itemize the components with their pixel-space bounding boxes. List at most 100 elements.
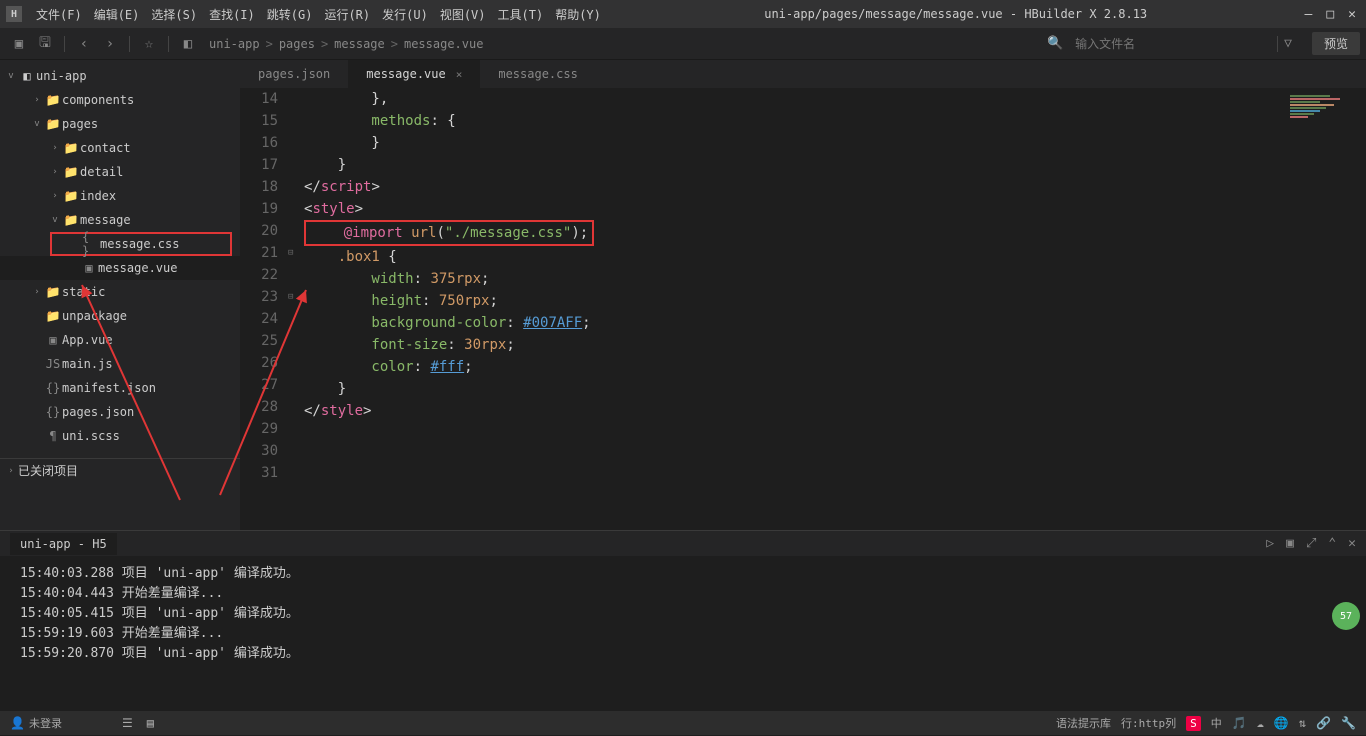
link-icon[interactable]: 🔗 [1316,716,1331,730]
stop-icon[interactable]: ▣ [1286,536,1294,551]
globe-icon[interactable]: 🌐 [1274,716,1289,730]
project-root[interactable]: v ◧ uni-app [0,64,240,88]
panel-icon[interactable]: ▤ [147,716,154,730]
tree-App.vue[interactable]: ▣App.vue [0,328,240,352]
chevron-down-icon[interactable]: v [4,71,18,81]
code-content[interactable]: }, methods: { } }</script><style> @impor… [304,88,1366,530]
tree-label: main.js [62,357,113,371]
forward-icon[interactable]: › [97,36,123,52]
project-icon[interactable]: ◧ [175,36,201,52]
tree-manifest.json[interactable]: {}manifest.json [0,376,240,400]
tree-pages.json[interactable]: {}pages.json [0,400,240,424]
tree-index[interactable]: ›📁index [0,184,240,208]
tree-pages[interactable]: v📁pages [0,112,240,136]
menu-跳转(G)[interactable]: 跳转(G) [261,6,319,23]
ime-label: 中 [1211,715,1222,731]
chevron-icon[interactable]: › [30,95,44,105]
filter-icon[interactable]: ▽ [1284,36,1292,51]
menu-选择(S)[interactable]: 选择(S) [145,6,203,23]
tree-label: message.css [100,237,179,251]
preview-button[interactable]: 预览 [1312,32,1360,55]
sidebar: v ◧ uni-app ›📁componentsv📁pages›📁contact… [0,60,240,530]
chevron-icon[interactable]: v [30,119,44,129]
notification-badge[interactable]: 57 [1332,602,1360,630]
line-col[interactable]: 行:http列 [1121,715,1176,731]
terminal-tab[interactable]: uni-app - H5 [10,533,117,555]
save-icon[interactable]: 🖫 [32,32,58,56]
maximize-button[interactable]: □ [1326,7,1334,22]
folder-icon: 📁 [44,117,62,131]
folder-icon: 📁 [44,309,62,323]
menu-视图(V)[interactable]: 视图(V) [434,6,492,23]
chevron-icon[interactable]: › [48,191,62,201]
fold-gutter: ⊟ ⊟ [288,88,304,530]
chevron-icon[interactable]: › [48,167,62,177]
menu-文件(F)[interactable]: 文件(F) [30,6,88,23]
menu-发行(U)[interactable]: 发行(U) [376,6,434,23]
terminal-line: 15:40:04.443 开始差量编译... [20,584,1346,604]
js-icon: JS [44,357,62,371]
tab-message.css[interactable]: message.css [480,60,595,88]
editor[interactable]: 141516171819202122232425262728293031 ⊟ ⊟… [240,88,1366,530]
new-file-icon[interactable]: ▣ [6,36,32,52]
menu-帮助(Y)[interactable]: 帮助(Y) [549,6,607,23]
user-status[interactable]: 👤 未登录 [10,715,62,731]
tree-label: detail [80,165,123,179]
list-icon[interactable]: ☰ [122,716,133,730]
window-title: uni-app/pages/message/message.vue - HBui… [607,7,1305,21]
crumb-message[interactable]: message [334,37,385,51]
menu-运行(R)[interactable]: 运行(R) [318,6,376,23]
syntax-label[interactable]: 语法提示库 [1056,715,1111,731]
chevron-right-icon[interactable]: › [4,466,18,476]
chevron-icon[interactable]: › [30,287,44,297]
close-button[interactable]: ✕ [1348,7,1356,22]
user-icon: 👤 [10,716,25,730]
close-terminal-icon[interactable]: ✕ [1348,536,1356,551]
tab-message.vue[interactable]: message.vue× [348,60,480,88]
chevron-icon[interactable]: › [48,143,62,153]
tree-components[interactable]: ›📁components [0,88,240,112]
tree-message[interactable]: v📁message [0,208,240,232]
close-tab-icon[interactable]: × [456,68,463,81]
tree-detail[interactable]: ›📁detail [0,160,240,184]
chevron-icon[interactable]: v [48,215,62,225]
toolbar: ▣ 🖫 ‹ › ☆ ◧ uni-app>pages>message>messag… [0,28,1366,60]
tree-static[interactable]: ›📁static [0,280,240,304]
tree-label: unpackage [62,309,127,323]
tree-contact[interactable]: ›📁contact [0,136,240,160]
minimap[interactable] [1284,94,1364,214]
crumb-message.vue[interactable]: message.vue [404,37,483,51]
tree-unpackage[interactable]: 📁unpackage [0,304,240,328]
tree-main.js[interactable]: JSmain.js [0,352,240,376]
star-icon[interactable]: ☆ [136,36,162,52]
crumb-pages[interactable]: pages [279,37,315,51]
search-input[interactable] [1071,35,1271,53]
cloud-icon[interactable]: ☁ [1257,716,1264,730]
terminal[interactable]: 15:40:03.288 项目 'uni-app' 编译成功。15:40:04.… [0,556,1366,711]
line-numbers: 141516171819202122232425262728293031 [240,88,288,530]
tree-label: static [62,285,105,299]
menu-编辑(E)[interactable]: 编辑(E) [88,6,146,23]
menu-工具(T)[interactable]: 工具(T) [492,6,550,23]
terminal-line: 15:40:03.288 项目 'uni-app' 编译成功。 [20,564,1346,584]
search-icon[interactable]: 🔍 [1047,36,1063,51]
wrench-icon[interactable]: 🔧 [1341,716,1356,730]
lock-icon[interactable]: ⇅ [1299,716,1306,730]
collapse-icon[interactable]: ⌃ [1328,536,1336,551]
minimize-button[interactable]: — [1305,7,1313,22]
closed-projects[interactable]: › 已关闭项目 [0,458,240,482]
tree-uni.scss[interactable]: ¶uni.scss [0,424,240,448]
run-icon[interactable]: ▷ [1266,536,1274,551]
tree-message.css[interactable]: { }message.css [50,232,232,256]
tab-pages.json[interactable]: pages.json [240,60,348,88]
terminal-header: uni-app - H5 ▷ ▣ ⤢ ⌃ ✕ [0,530,1366,556]
music-icon[interactable]: 🎵 [1232,716,1247,730]
tree-message.vue[interactable]: ▣message.vue [0,256,240,280]
expand-icon[interactable]: ⤢ [1306,536,1316,551]
crumb-uni-app[interactable]: uni-app [209,37,260,51]
tree-label: components [62,93,134,107]
menu-查找(I)[interactable]: 查找(I) [203,6,261,23]
ime-badge: S [1186,716,1201,731]
back-icon[interactable]: ‹ [71,36,97,52]
tree-label: contact [80,141,131,155]
